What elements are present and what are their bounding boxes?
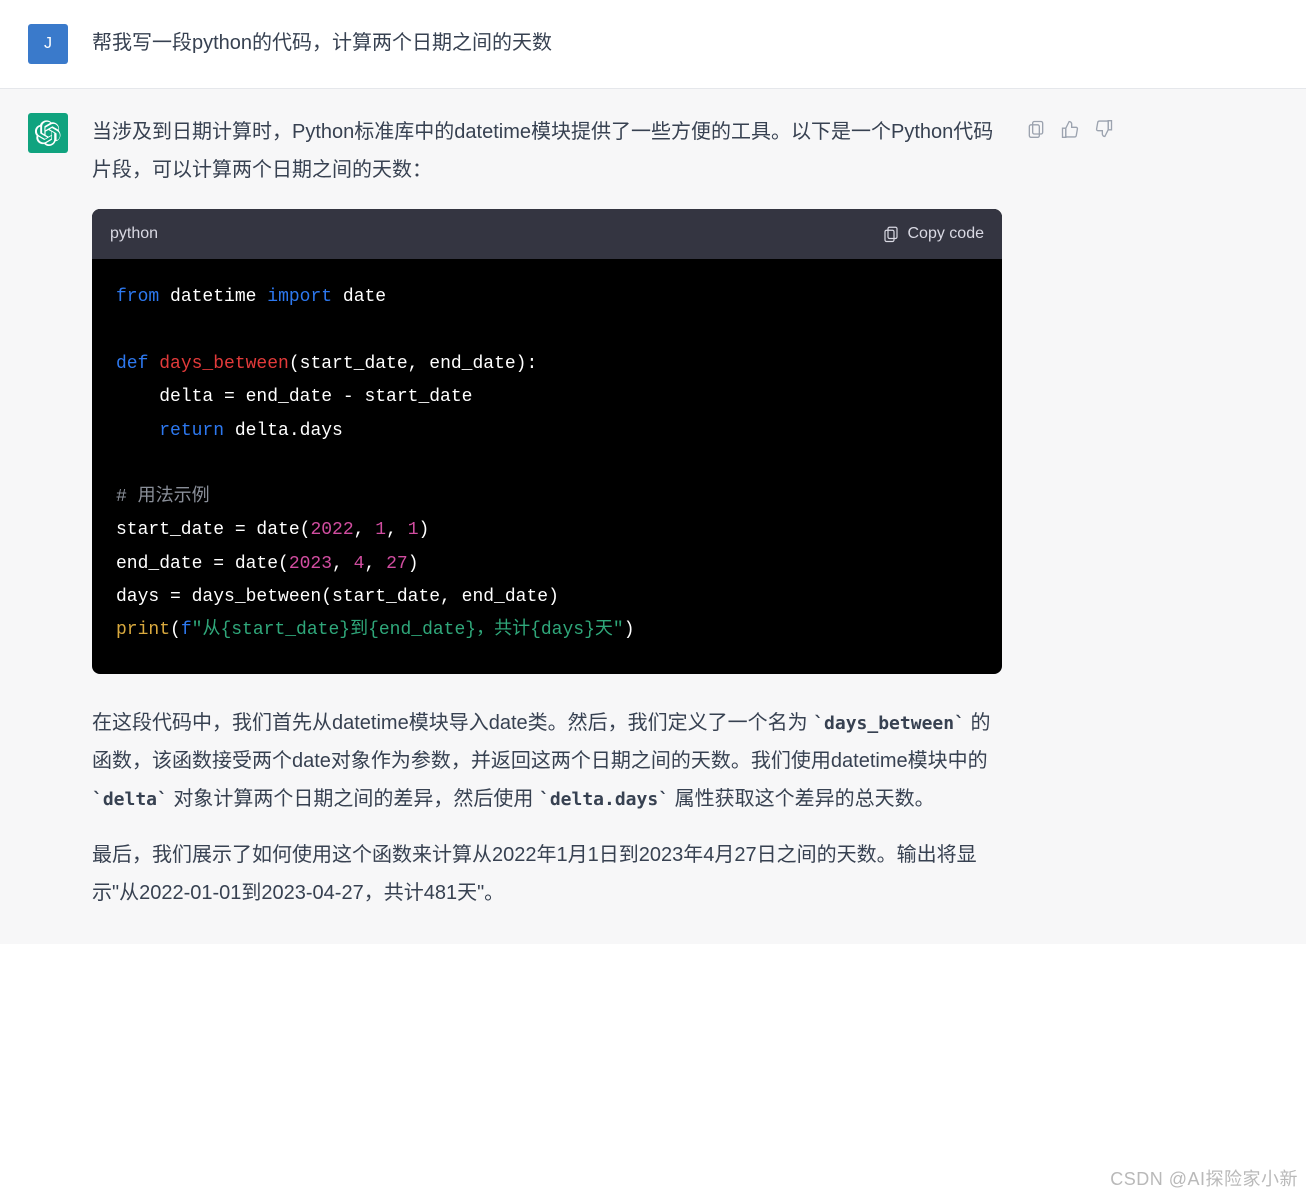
watermark: CSDN @AI探险家小新 bbox=[1110, 1165, 1298, 1191]
explain-paragraph-2: 最后，我们展示了如何使用这个函数来计算从2022年1月1日到2023年4月27日… bbox=[92, 836, 1002, 912]
user-avatar: J bbox=[28, 24, 68, 64]
inline-code-delta: `delta` bbox=[92, 789, 168, 810]
clipboard-icon bbox=[882, 225, 900, 243]
thumbs-up-button[interactable] bbox=[1060, 119, 1080, 139]
copy-code-button[interactable]: Copy code bbox=[882, 219, 985, 249]
thumbs-up-icon bbox=[1060, 119, 1080, 139]
clipboard-icon bbox=[1026, 119, 1046, 139]
user-message: J 帮我写一段python的代码，计算两个日期之间的天数 bbox=[0, 0, 1306, 89]
code-content[interactable]: from datetime import date def days_betwe… bbox=[92, 259, 1002, 673]
code-header: python Copy code bbox=[92, 209, 1002, 259]
assistant-actions bbox=[1026, 113, 1114, 920]
assistant-avatar bbox=[28, 113, 68, 153]
assistant-message: 当涉及到日期计算时，Python标准库中的datetime模块提供了一些方便的工… bbox=[0, 89, 1306, 944]
code-block: python Copy code from datetime import da… bbox=[92, 209, 1002, 674]
thumbs-down-button[interactable] bbox=[1094, 119, 1114, 139]
explain-paragraph-1: 在这段代码中，我们首先从datetime模块导入date类。然后，我们定义了一个… bbox=[92, 704, 1002, 818]
assistant-content: 当涉及到日期计算时，Python标准库中的datetime模块提供了一些方便的工… bbox=[92, 113, 1002, 920]
copy-code-label: Copy code bbox=[908, 219, 985, 249]
user-avatar-letter: J bbox=[44, 35, 52, 53]
openai-logo-icon bbox=[35, 120, 61, 146]
copy-response-button[interactable] bbox=[1026, 119, 1046, 139]
thumbs-down-icon bbox=[1094, 119, 1114, 139]
inline-code-delta-days: `delta.days` bbox=[539, 789, 669, 810]
code-language-label: python bbox=[110, 219, 158, 249]
assistant-intro: 当涉及到日期计算时，Python标准库中的datetime模块提供了一些方便的工… bbox=[92, 113, 1002, 189]
user-text: 帮我写一段python的代码，计算两个日期之间的天数 bbox=[92, 24, 1002, 64]
inline-code-days-between: `days_between` bbox=[813, 713, 965, 734]
